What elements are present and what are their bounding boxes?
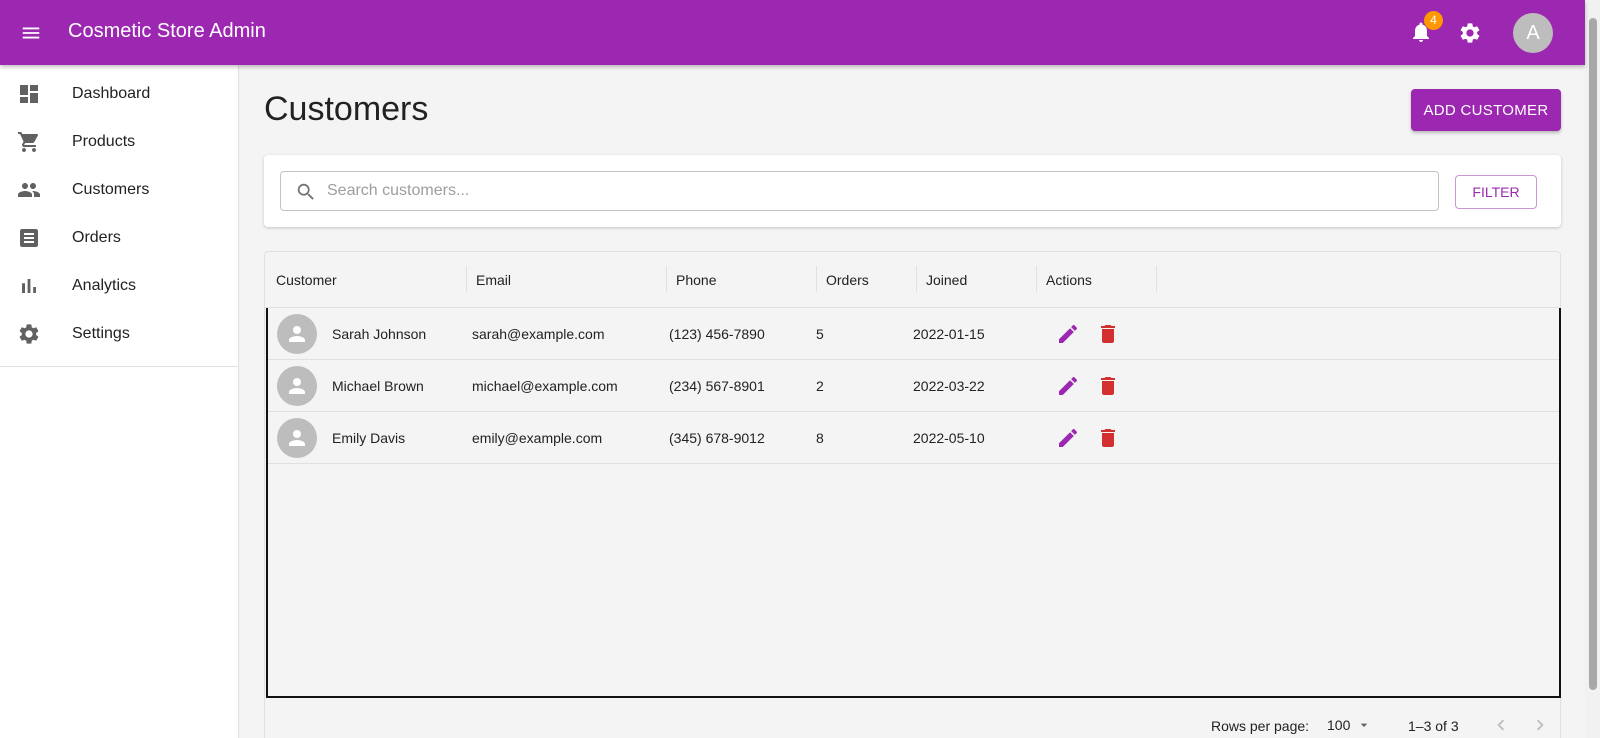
sidebar-item-analytics[interactable]: Analytics — [0, 262, 238, 310]
customer-orders: 8 — [816, 430, 824, 446]
page-title: Customers — [264, 90, 429, 128]
customer-email: emily@example.com — [472, 430, 603, 446]
edit-icon[interactable] — [1056, 374, 1080, 398]
sidebar-item-label: Orders — [72, 229, 121, 246]
table-row[interactable]: Michael Brown michael@example.com (234) … — [268, 360, 1559, 412]
sidebar-nav: Dashboard Products Customers Orders Anal… — [0, 65, 238, 367]
column-separator[interactable] — [666, 266, 667, 292]
table-header: Customer Email Phone Orders Joined Actio… — [265, 252, 1560, 308]
customer-avatar — [277, 314, 317, 354]
people-icon — [18, 183, 40, 197]
chevron-right-icon[interactable] — [1529, 714, 1551, 736]
app-bar: Cosmetic Store Admin 4 A — [0, 0, 1585, 65]
delete-icon[interactable] — [1096, 426, 1120, 450]
customer-avatar — [277, 418, 317, 458]
table-body: Sarah Johnson sarah@example.com (123) 45… — [266, 308, 1561, 698]
search-card: FILTER — [264, 155, 1561, 227]
column-header-joined[interactable]: Joined — [926, 272, 967, 288]
sidebar-item-label: Settings — [72, 325, 130, 342]
column-separator[interactable] — [916, 266, 917, 292]
customer-name: Michael Brown — [332, 378, 424, 394]
table-pagination: Rows per page: 100 1–3 of 3 — [265, 698, 1560, 738]
page-scrollbar[interactable] — [1585, 0, 1600, 738]
scrollbar-thumb[interactable] — [1589, 18, 1597, 690]
column-header-email[interactable]: Email — [476, 272, 511, 288]
edit-icon[interactable] — [1056, 426, 1080, 450]
delete-icon[interactable] — [1096, 322, 1120, 346]
customer-name: Sarah Johnson — [332, 326, 427, 342]
sidebar-item-settings[interactable]: Settings — [0, 310, 238, 358]
table-row[interactable]: Emily Davis emily@example.com (345) 678-… — [268, 412, 1559, 464]
receipt-icon — [20, 229, 38, 247]
filter-button[interactable]: FILTER — [1455, 175, 1537, 209]
person-icon — [289, 378, 305, 394]
person-icon — [289, 326, 305, 342]
sidebar-item-orders[interactable]: Orders — [0, 214, 238, 262]
customers-table: Customer Email Phone Orders Joined Actio… — [264, 251, 1561, 738]
sidebar-item-products[interactable]: Products — [0, 118, 238, 166]
customer-joined: 2022-03-22 — [913, 378, 985, 394]
customer-phone: (123) 456-7890 — [669, 326, 765, 342]
customer-name: Emily Davis — [332, 430, 406, 446]
customer-joined: 2022-05-10 — [913, 430, 985, 446]
customer-orders: 5 — [816, 326, 824, 342]
cart-icon — [18, 132, 39, 152]
sidebar-item-label: Dashboard — [72, 85, 151, 102]
sidebar-item-label: Analytics — [72, 277, 137, 294]
table-row[interactable]: Sarah Johnson sarah@example.com (123) 45… — [268, 308, 1559, 360]
person-icon — [289, 430, 305, 446]
gear-icon — [19, 324, 39, 344]
customer-phone: (345) 678-9012 — [669, 430, 765, 446]
customer-email: michael@example.com — [472, 378, 618, 394]
customer-orders: 2 — [816, 378, 824, 394]
column-separator[interactable] — [466, 266, 467, 292]
user-avatar[interactable]: A — [1513, 13, 1553, 53]
settings-gear-icon[interactable] — [1458, 21, 1482, 45]
sidebar-item-dashboard[interactable]: Dashboard — [0, 70, 238, 118]
sidebar-item-label: Customers — [72, 181, 150, 198]
app-title: Cosmetic Store Admin — [68, 20, 266, 42]
customer-email: sarah@example.com — [472, 326, 605, 342]
pagination-range: 1–3 of 3 — [1408, 718, 1459, 734]
menu-icon[interactable] — [20, 22, 42, 44]
customer-phone: (234) 567-8901 — [669, 378, 765, 394]
edit-icon[interactable] — [1056, 322, 1080, 346]
column-separator[interactable] — [1036, 266, 1037, 292]
column-separator[interactable] — [816, 266, 817, 292]
column-separator[interactable] — [1156, 266, 1157, 292]
chevron-left-icon[interactable] — [1490, 714, 1512, 736]
notification-badge: 4 — [1424, 11, 1443, 30]
sidebar-item-label: Products — [72, 133, 136, 150]
search-input[interactable] — [327, 180, 1427, 202]
sidebar-item-customers[interactable]: Customers — [0, 166, 238, 214]
customer-joined: 2022-01-15 — [913, 326, 985, 342]
search-icon — [297, 183, 314, 200]
column-header-customer[interactable]: Customer — [276, 272, 337, 288]
column-header-actions: Actions — [1046, 272, 1092, 288]
column-header-phone[interactable]: Phone — [676, 272, 716, 288]
bar-chart-icon — [22, 279, 36, 293]
sidebar: Dashboard Products Customers Orders Anal… — [0, 65, 239, 738]
column-header-orders[interactable]: Orders — [826, 272, 869, 288]
search-box — [280, 171, 1439, 211]
delete-icon[interactable] — [1096, 374, 1120, 398]
add-customer-button[interactable]: ADD CUSTOMER — [1411, 89, 1561, 131]
rows-per-page-select[interactable]: 100 — [1327, 717, 1350, 733]
chevron-down-icon[interactable] — [1356, 717, 1372, 733]
dashboard-icon — [20, 85, 38, 103]
rows-per-page-label: Rows per page: — [1211, 718, 1310, 734]
customer-avatar — [277, 366, 317, 406]
